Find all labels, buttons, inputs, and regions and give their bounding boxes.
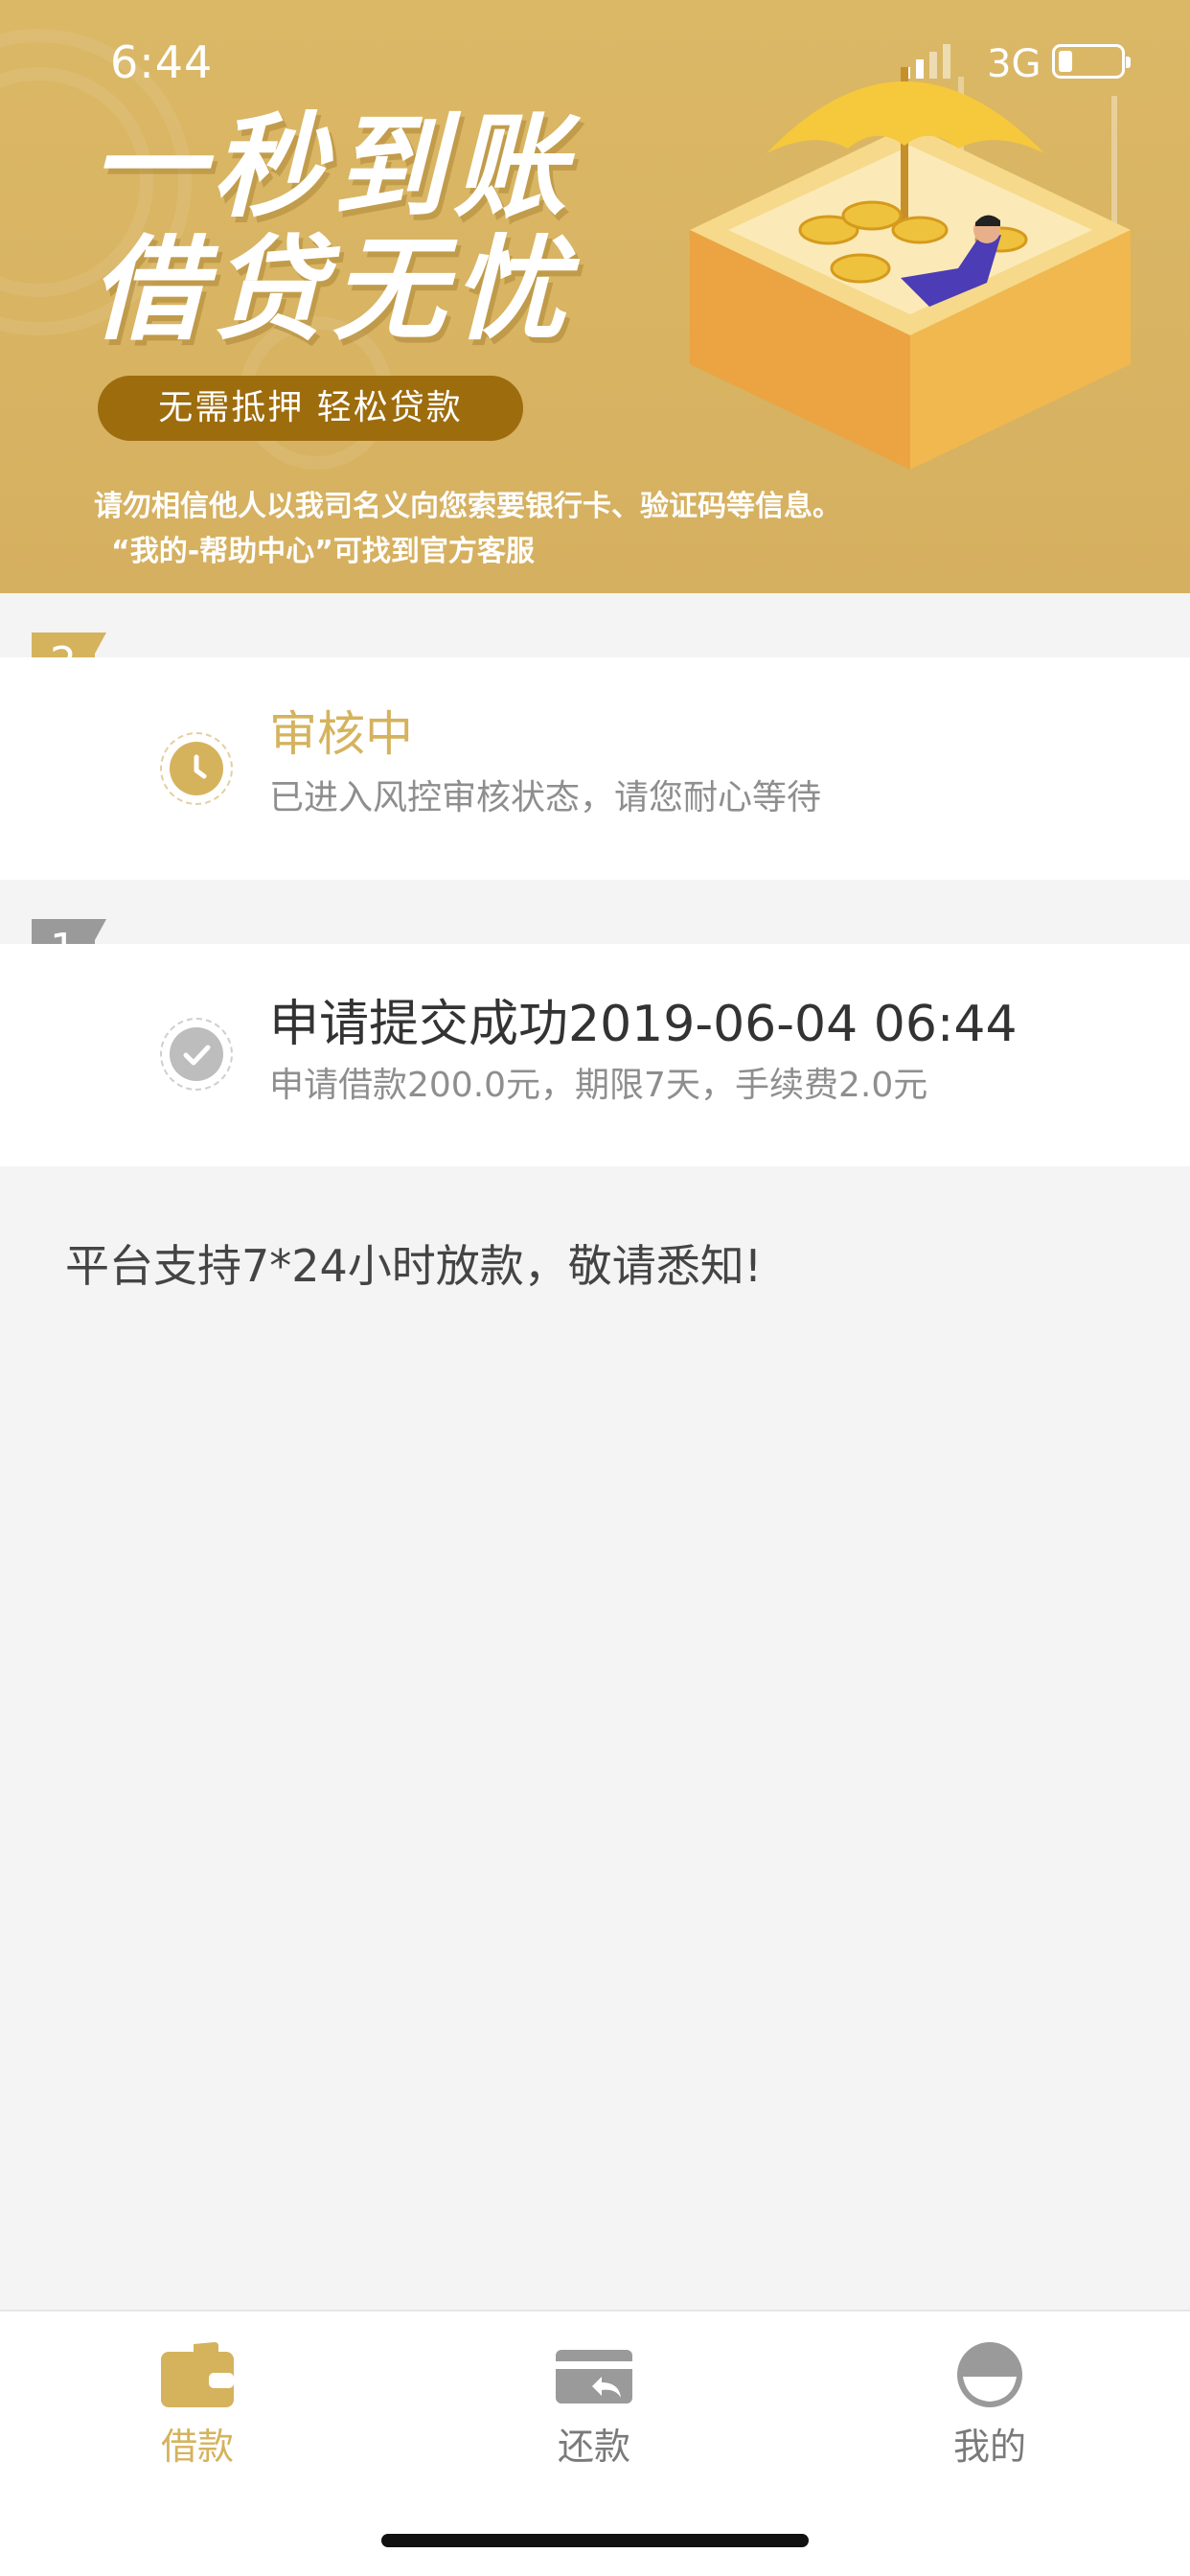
repay-card-icon (556, 2350, 632, 2404)
profile-icon (957, 2342, 1022, 2407)
banner-pill: 无需抵押 轻松贷款 (98, 376, 523, 441)
tab-label: 我的 (952, 2426, 1026, 2468)
step-subtitle: 申请借款200.0元，期限7天，手续费2.0元 (269, 1066, 928, 1105)
security-warning: 请勿相信他人以我司名义向您索要银行卡、验证码等信息。 “我的-帮助中心”可找到官… (94, 490, 841, 568)
step-title: 申请提交成功2019-06-04 06:44 (269, 996, 1018, 1053)
umbrella-coins-illustration (690, 67, 1131, 470)
step-subtitle: 已进入风控审核状态，请您耐心等待 (269, 778, 822, 817)
status-time: 6:44 (110, 36, 214, 88)
clock-icon (160, 732, 233, 805)
tab-mine[interactable]: 我的 (894, 2312, 1086, 2484)
tab-label: 还款 (557, 2426, 630, 2468)
platform-notice: 平台支持7*24小时放款，敬请悉知! (65, 1240, 763, 1292)
tab-label: 借款 (160, 2426, 234, 2468)
tab-borrow[interactable]: 借款 (102, 2312, 293, 2484)
promo-banner[interactable]: 6:44 3G 一秒到账 借贷无忧 无需抵押 轻松贷款 请勿相信他人以我司名义向… (0, 0, 1190, 593)
tab-repay[interactable]: 还款 (498, 2312, 690, 2484)
home-indicator[interactable] (381, 2534, 809, 2547)
check-icon (160, 1018, 233, 1091)
banner-headline: 一秒到账 借贷无忧 (91, 101, 575, 356)
wallet-icon (161, 2342, 234, 2407)
step-title: 审核中 (269, 706, 413, 762)
